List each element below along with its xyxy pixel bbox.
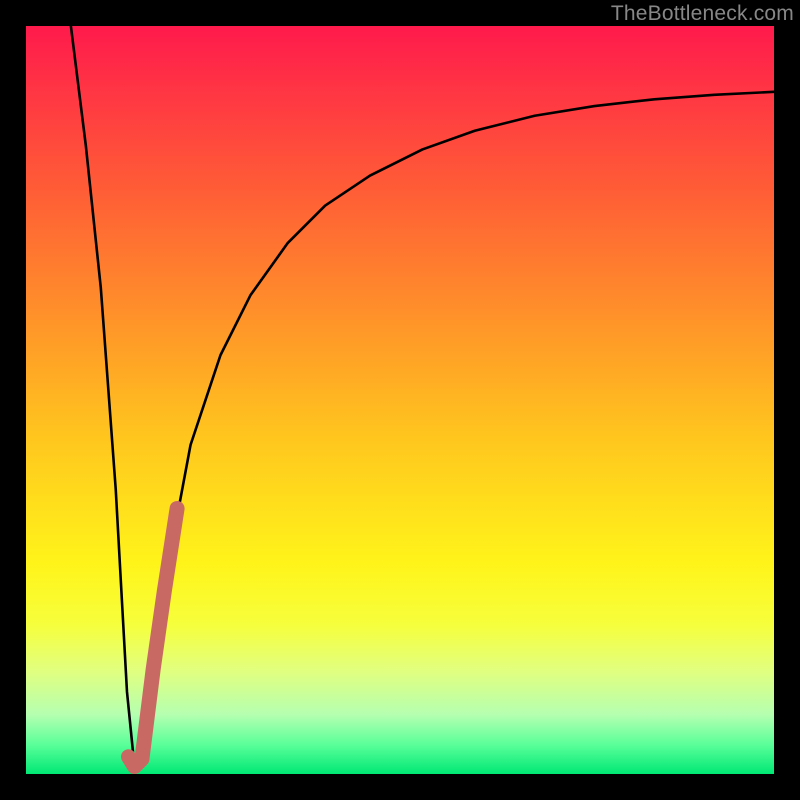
chart-svg (26, 26, 774, 774)
bottleneck-curve (71, 26, 774, 767)
highlight-segment (128, 508, 177, 766)
watermark-text: TheBottleneck.com (611, 2, 794, 26)
chart-frame: TheBottleneck.com (0, 0, 800, 800)
plot-area (26, 26, 774, 774)
